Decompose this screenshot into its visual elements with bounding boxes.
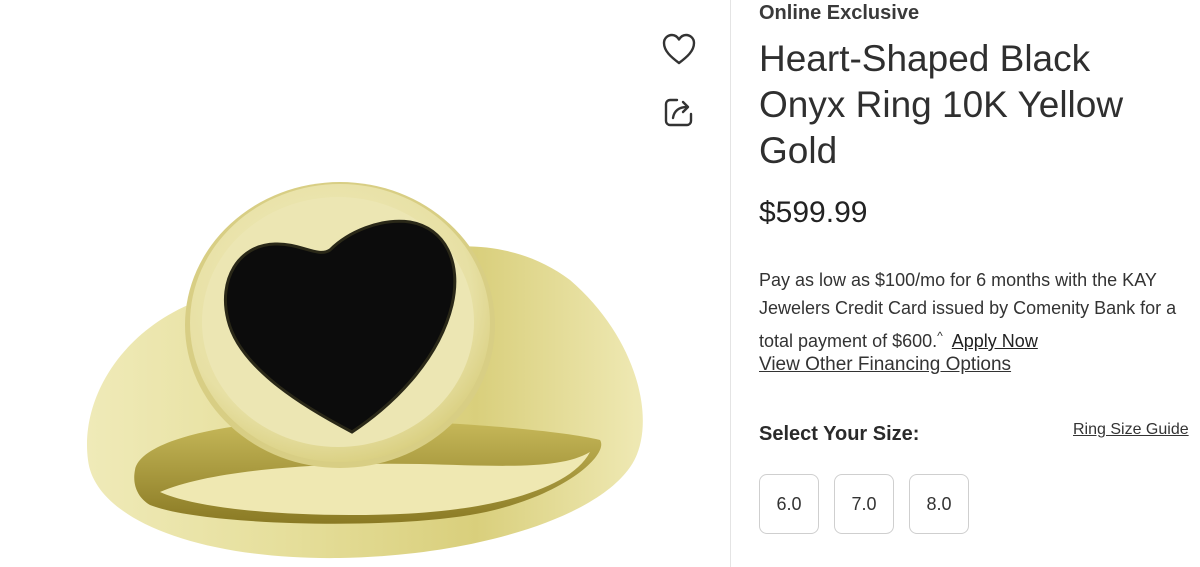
footnote-mark: ^ bbox=[937, 329, 943, 343]
financing-message: Pay as low as $100/mo for 6 months with … bbox=[759, 266, 1189, 355]
product-image-gallery bbox=[0, 0, 730, 567]
column-divider bbox=[730, 0, 731, 567]
online-exclusive-badge: Online Exclusive bbox=[759, 2, 920, 24]
size-option-8[interactable]: 8.0 bbox=[909, 474, 969, 534]
other-financing-link[interactable]: View Other Financing Options bbox=[759, 354, 1011, 376]
share-button[interactable] bbox=[657, 90, 701, 134]
size-selector-label: Select Your Size: bbox=[759, 423, 920, 445]
apply-now-link[interactable]: Apply Now bbox=[952, 331, 1038, 351]
size-option-7[interactable]: 7.0 bbox=[834, 474, 894, 534]
product-price: $599.99 bbox=[759, 196, 868, 229]
heart-outline-icon bbox=[662, 33, 696, 65]
product-title: Heart-Shaped Black Onyx Ring 10K Yellow … bbox=[759, 38, 1124, 171]
size-options: 6.0 7.0 8.0 bbox=[759, 474, 969, 534]
ring-size-guide-link[interactable]: Ring Size Guide bbox=[1073, 421, 1189, 439]
share-icon bbox=[664, 98, 693, 127]
product-image-ring bbox=[86, 182, 643, 559]
size-option-6[interactable]: 6.0 bbox=[759, 474, 819, 534]
wishlist-button[interactable] bbox=[657, 27, 701, 71]
